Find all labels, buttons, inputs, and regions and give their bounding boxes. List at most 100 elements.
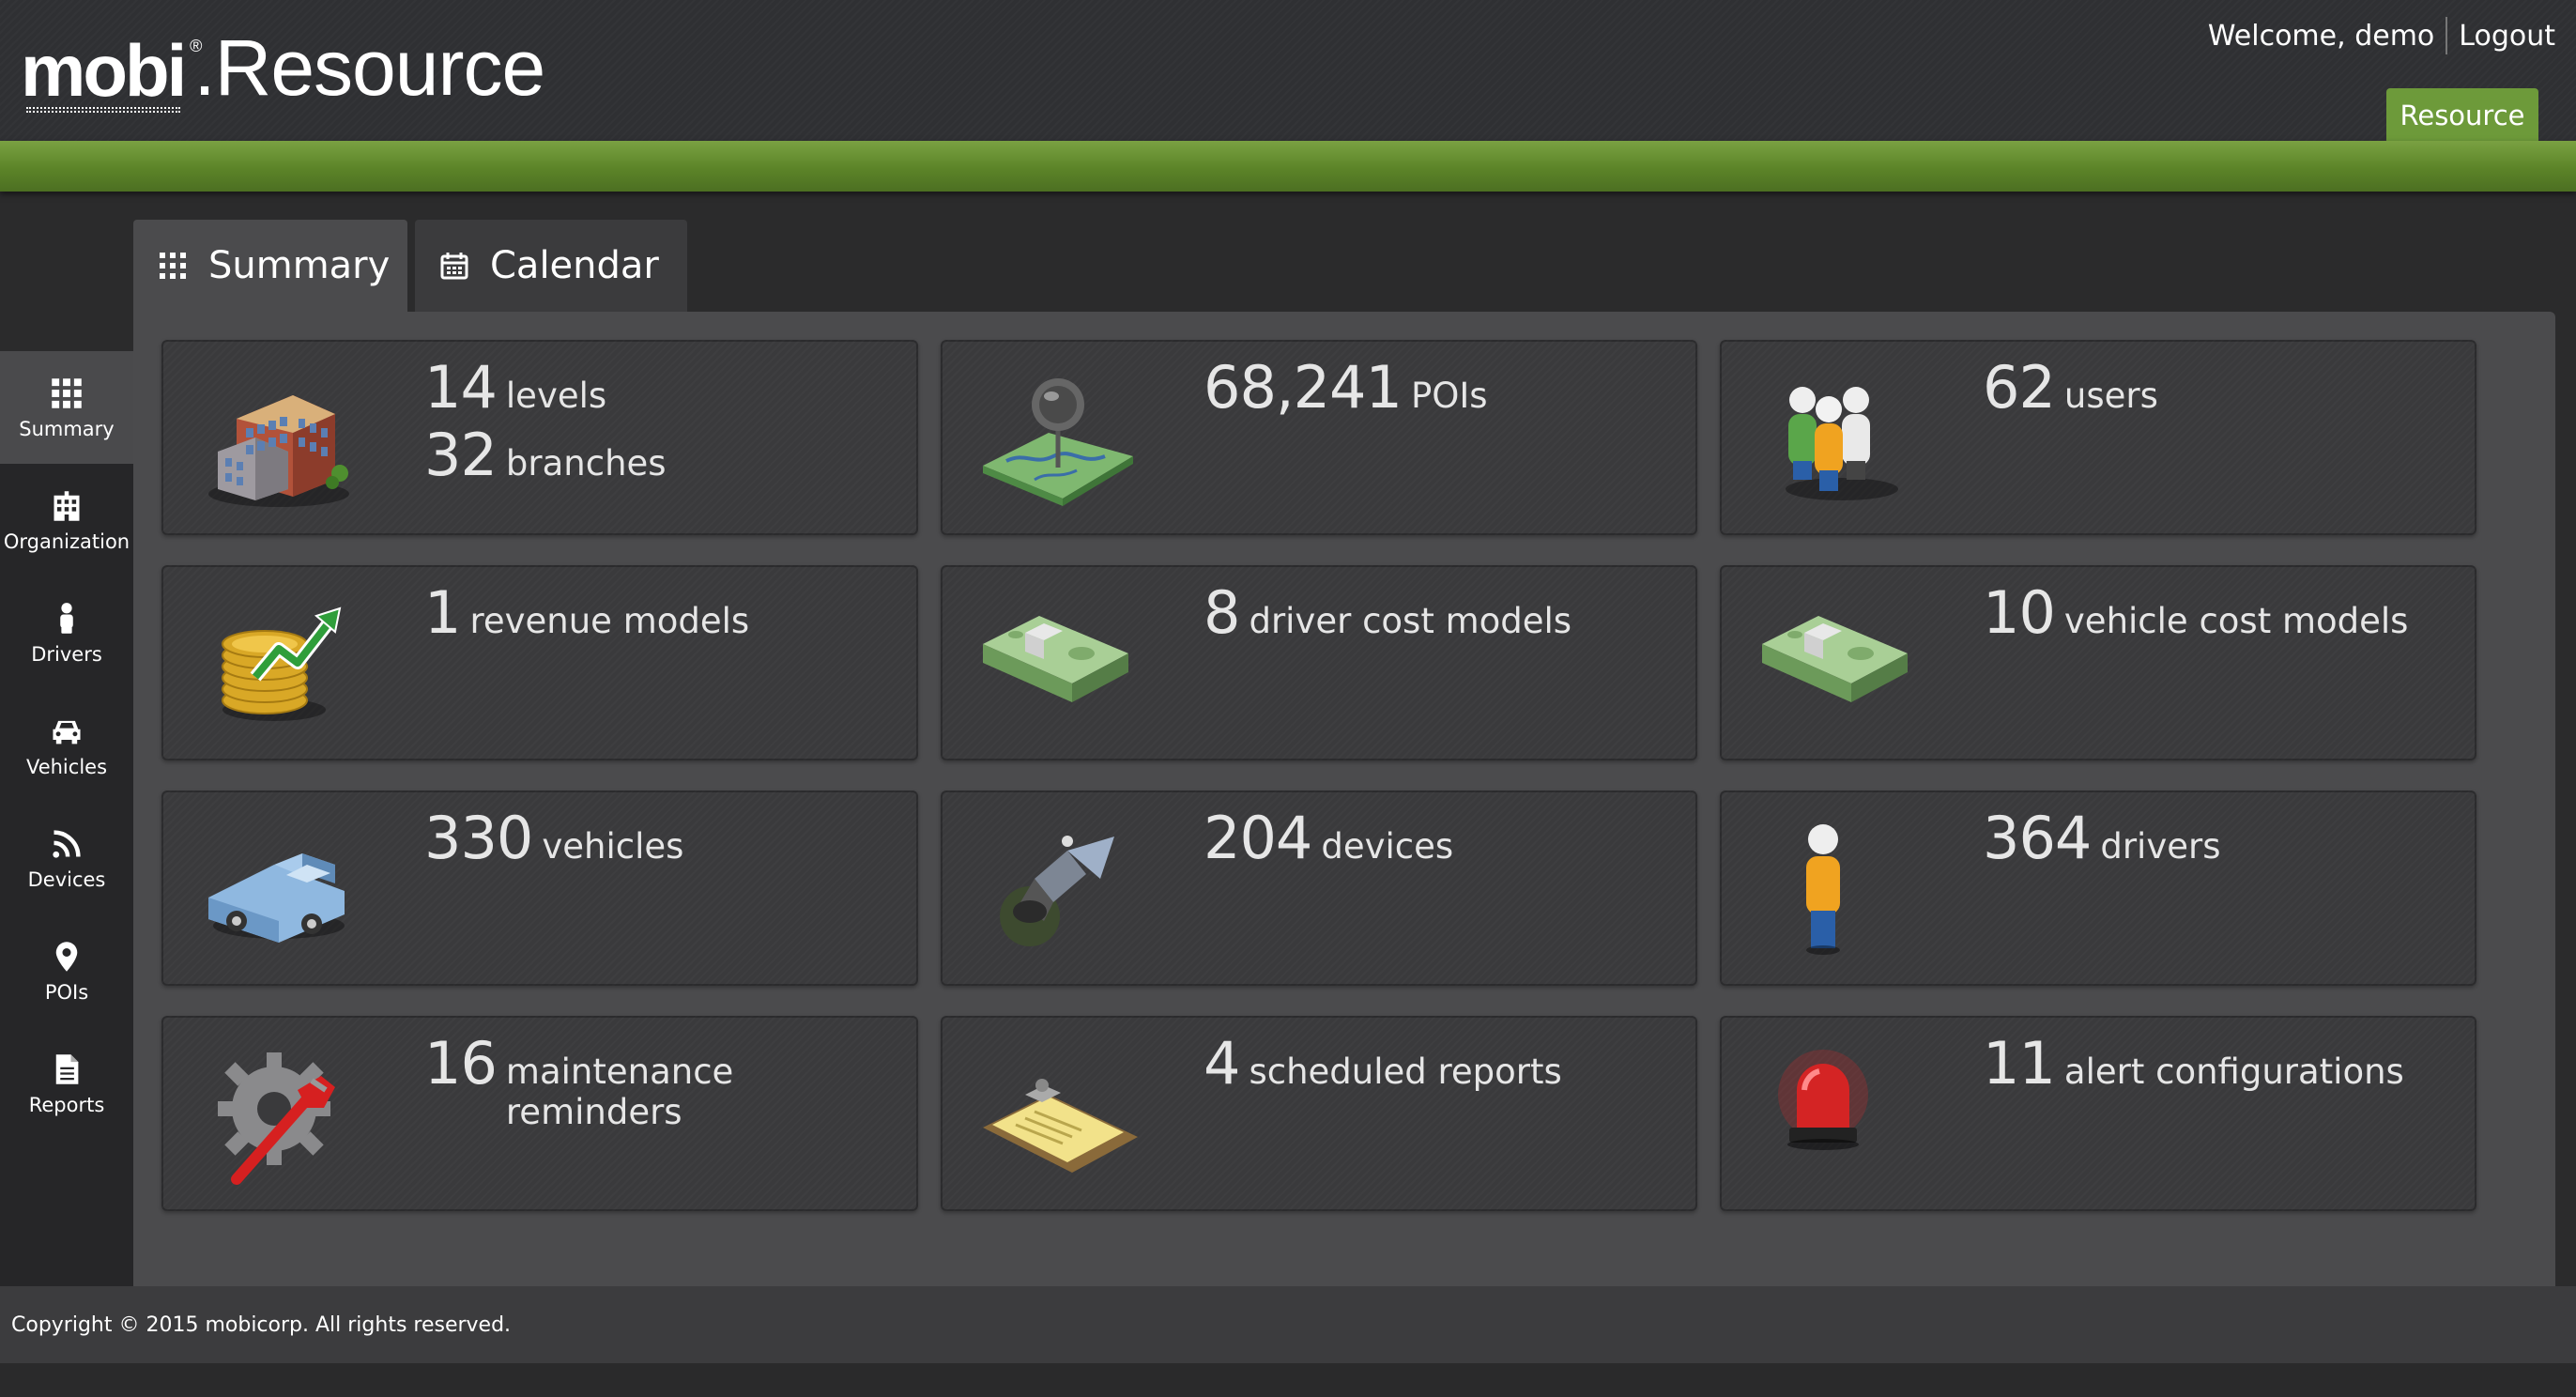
grid-icon — [156, 249, 190, 283]
logout-link[interactable]: Logout — [2459, 20, 2555, 53]
stat-number: 364 — [1983, 804, 2092, 872]
stat-label: levels — [505, 376, 607, 416]
tab-calendar[interactable]: Calendar — [415, 220, 687, 312]
logo-registered-mark: ® — [190, 37, 202, 55]
logo-product-name: .Resource — [193, 23, 545, 112]
sidebar-item-devices[interactable]: Devices — [0, 802, 133, 914]
stat-line: 8 driver cost models — [1204, 578, 1572, 647]
stat-label: devices — [1321, 826, 1454, 867]
stat-line: 10 vehicle cost models — [1983, 578, 2408, 647]
document-icon — [48, 1051, 85, 1088]
tab-summary[interactable]: Summary — [133, 220, 407, 312]
coins-chart-icon — [222, 606, 342, 721]
sidebar-item-label: Vehicles — [25, 756, 108, 778]
buildings-icon — [208, 395, 349, 507]
stat-line: 4 scheduled reports — [1204, 1029, 1562, 1098]
card-stats: 330 vehicles — [424, 804, 684, 872]
stat-number: 1 — [424, 578, 461, 647]
stat-line: 204 devices — [1204, 804, 1454, 872]
card-scheduled-reports[interactable]: 4 scheduled reports — [941, 1016, 1697, 1211]
stat-number: 8 — [1204, 578, 1240, 647]
card-drivers[interactable]: 364 drivers — [1720, 791, 2476, 986]
stat-line: 14 levels — [424, 353, 667, 422]
sidebar-item-label: Drivers — [31, 643, 102, 666]
stat-line: 11 alert configurations — [1983, 1029, 2404, 1098]
card-devices[interactable]: 204 devices — [941, 791, 1697, 986]
card-stats: 62 users — [1983, 353, 2158, 422]
stat-number: 204 — [1204, 804, 1312, 872]
car-icon — [48, 713, 85, 750]
stat-number: 32 — [424, 421, 498, 489]
sidebar-item-label: Organization — [3, 530, 130, 553]
card-stats: 204 devices — [1204, 804, 1454, 872]
sidebar-item-drivers[interactable]: Drivers — [0, 576, 133, 689]
map-pin-icon — [983, 378, 1133, 506]
stat-label: drivers — [2100, 826, 2221, 867]
card-stats: 8 driver cost models — [1204, 578, 1572, 647]
card-revenue-models[interactable]: 1 revenue models — [161, 565, 918, 760]
page-footer: Copyright © 2015 mobicorp. All rights re… — [0, 1286, 2576, 1363]
tab-calendar-label: Calendar — [490, 244, 659, 287]
card-stats: 1 revenue models — [424, 578, 750, 647]
stat-label: POIs — [1410, 376, 1488, 416]
pickup-truck-icon — [208, 853, 345, 943]
money-icon — [983, 616, 1128, 702]
person-icon — [48, 600, 85, 637]
card-stats: 364 drivers — [1983, 804, 2221, 872]
sidebar-item-summary[interactable]: Summary — [0, 351, 133, 464]
stat-label: branches — [505, 443, 667, 484]
card-vehicles[interactable]: 330 vehicles — [161, 791, 918, 986]
stat-line: 330 vehicles — [424, 804, 684, 872]
sidebar-nav: Summary Organization Drivers Vehicles De… — [0, 351, 133, 1286]
stat-label: vehicles — [542, 826, 684, 867]
stat-line: 62 users — [1983, 353, 2158, 422]
calendar-icon — [437, 249, 471, 283]
sidebar-item-label: Devices — [27, 868, 106, 891]
sidebar-item-pois[interactable]: POIs — [0, 914, 133, 1027]
sidebar-item-label: Reports — [28, 1094, 105, 1116]
sidebar-item-label: Summary — [19, 418, 115, 440]
stat-line: 16 maintenance reminders — [424, 1029, 918, 1132]
siren-icon — [1778, 1050, 1868, 1150]
sidebar-item-vehicles[interactable]: Vehicles — [0, 689, 133, 802]
card-vehicle-cost-models[interactable]: 10 vehicle cost models — [1720, 565, 2476, 760]
stat-number: 4 — [1204, 1029, 1240, 1098]
clipboard-icon — [983, 1079, 1138, 1173]
building-icon — [48, 487, 85, 525]
stat-label: revenue models — [469, 601, 750, 641]
stat-number: 68,241 — [1204, 353, 1403, 422]
resource-app-tab[interactable]: Resource — [2386, 88, 2538, 143]
rss-icon — [48, 825, 85, 863]
app-header: mobi ® .Resource Welcome, demo Logout Re… — [0, 0, 2576, 143]
header-green-bar — [0, 141, 2576, 192]
sidebar-item-reports[interactable]: Reports — [0, 1027, 133, 1140]
sidebar-item-organization[interactable]: Organization — [0, 464, 133, 576]
card-maintenance-reminders[interactable]: 16 maintenance reminders — [161, 1016, 918, 1211]
card-levels-branches[interactable]: 14 levels 32 branches — [161, 340, 918, 535]
grid-icon — [48, 375, 85, 412]
copyright-text: Copyright © 2015 mobicorp. All rights re… — [11, 1313, 512, 1337]
header-divider — [2446, 17, 2448, 54]
card-stats: 11 alert configurations — [1983, 1029, 2404, 1098]
stat-number: 11 — [1983, 1029, 2056, 1098]
gear-wrench-icon — [218, 1052, 335, 1185]
card-driver-cost-models[interactable]: 8 driver cost models — [941, 565, 1697, 760]
card-stats: 14 levels 32 branches — [424, 353, 667, 489]
stat-number: 16 — [424, 1029, 498, 1098]
sidebar-item-label: POIs — [44, 981, 89, 1004]
card-stats: 4 scheduled reports — [1204, 1029, 1562, 1098]
stat-line: 68,241 POIs — [1204, 353, 1488, 422]
users-icon — [1786, 387, 1898, 500]
card-pois[interactable]: 68,241 POIs — [941, 340, 1697, 535]
stat-number: 330 — [424, 804, 533, 872]
bottom-strip — [0, 1363, 2576, 1397]
stat-line: 1 revenue models — [424, 578, 750, 647]
money-icon — [1762, 616, 1908, 702]
tab-summary-label: Summary — [208, 244, 391, 287]
satellite-icon — [1000, 836, 1114, 946]
card-users[interactable]: 62 users — [1720, 340, 2476, 535]
header-user-links: Welcome, demo Logout — [2208, 17, 2555, 54]
app-logo[interactable]: mobi ® .Resource — [21, 13, 545, 113]
card-alert-configurations[interactable]: 11 alert configurations — [1720, 1016, 2476, 1211]
card-stats: 16 maintenance reminders — [424, 1029, 918, 1132]
